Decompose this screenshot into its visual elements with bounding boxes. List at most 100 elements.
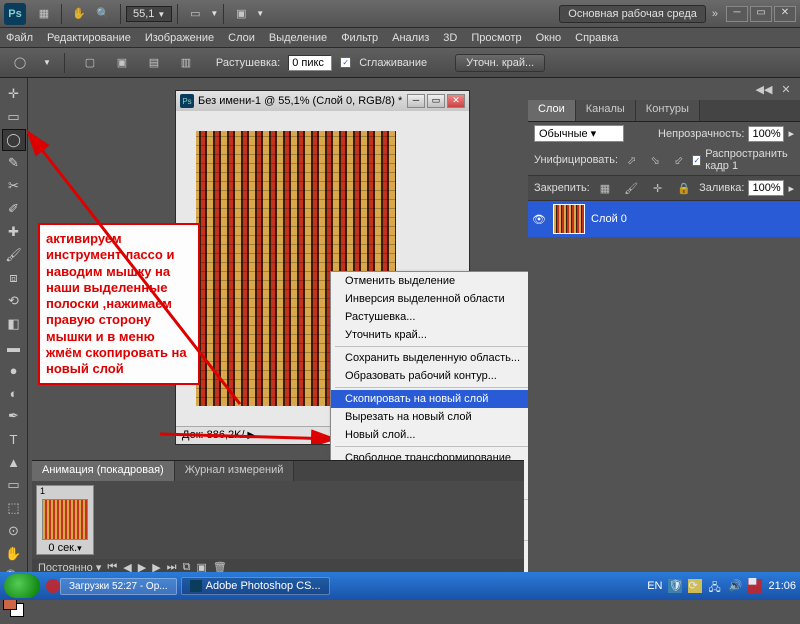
frame-delay[interactable]: 0 сек.▾	[48, 542, 81, 554]
menu-layer[interactable]: Слои	[228, 32, 255, 44]
work-area: ✛ ▭ ◯ ✎ ✂ ✐ ✚ 🖌 ⧈ ⟲ ◧ ▬ ● ◐ ✒ T ▲ ▭ ⬚ ⊙ …	[0, 78, 800, 572]
layer-list: 👁 Слой 0	[528, 201, 800, 237]
tray-avira-icon[interactable]: ▀	[748, 579, 762, 593]
brush-tool[interactable]: 🖌	[2, 244, 26, 266]
tab-paths[interactable]: Контуры	[636, 100, 700, 121]
layer-visibility-icon[interactable]: 👁	[531, 213, 547, 226]
pen-tool[interactable]: ✒	[2, 405, 26, 427]
animation-frame[interactable]: 1 0 сек.▾	[36, 485, 94, 555]
hand-icon[interactable]: ✋	[70, 5, 88, 23]
zoom-icon[interactable]: 🔍	[94, 5, 112, 23]
menu-bar: Файл Редактирование Изображение Слои Выд…	[0, 28, 800, 48]
dodge-tool[interactable]: ◐	[2, 382, 26, 404]
selection-new-icon[interactable]: ▢	[81, 54, 99, 72]
menu-select[interactable]: Выделение	[269, 32, 327, 44]
tab-channels[interactable]: Каналы	[576, 100, 636, 121]
doc-maximize-button[interactable]: ▭	[427, 94, 445, 108]
animation-panel: Анимация (покадровая) Журнал измерений 1…	[32, 460, 524, 572]
taskbar-item-downloads[interactable]: Загрузки 52:27 - Op...	[60, 578, 177, 595]
unify-visibility-icon[interactable]: ⬂	[649, 151, 662, 169]
lock-transparency-icon[interactable]: ▦	[597, 179, 613, 197]
screen-mode-icon[interactable]: ▣	[232, 5, 250, 23]
antialias-checkbox[interactable]: ✓	[340, 57, 351, 68]
tab-measurement-log[interactable]: Журнал измерений	[175, 461, 295, 481]
menu-window[interactable]: Окно	[536, 32, 562, 44]
menu-help[interactable]: Справка	[575, 32, 618, 44]
app-logo-icon: Ps	[4, 3, 26, 25]
path-select-tool[interactable]: ▲	[2, 451, 26, 473]
lock-position-icon[interactable]: ✛	[649, 179, 665, 197]
fill-input[interactable]: 100%	[748, 180, 784, 196]
blur-tool[interactable]: ●	[2, 359, 26, 381]
start-button[interactable]	[4, 574, 40, 598]
3d-camera-tool[interactable]: ⊙	[2, 520, 26, 542]
layer-thumbnail[interactable]	[553, 204, 585, 234]
workspace-switcher[interactable]: Основная рабочая среда	[559, 5, 706, 23]
tab-layers[interactable]: Слои	[528, 100, 576, 121]
document-titlebar[interactable]: Ps Без имени-1 @ 55,1% (Слой 0, RGB/8) *…	[176, 91, 469, 111]
view-extras-icon[interactable]: ▭	[186, 5, 204, 23]
type-tool[interactable]: T	[2, 428, 26, 450]
doc-minimize-button[interactable]: ─	[407, 94, 425, 108]
layer-name[interactable]: Слой 0	[591, 213, 627, 225]
lock-all-icon[interactable]: 🔒	[676, 179, 692, 197]
maximize-button[interactable]: ▭	[750, 6, 772, 22]
shape-tool[interactable]: ▭	[2, 474, 26, 496]
opacity-input[interactable]: 100%	[748, 126, 784, 142]
tutorial-annotation: активируем инструмент лассо и наводим мы…	[38, 223, 200, 385]
stamp-tool[interactable]: ⧈	[2, 267, 26, 289]
tab-animation[interactable]: Анимация (покадровая)	[32, 461, 175, 481]
feather-input[interactable]: 0 пикс	[288, 55, 332, 71]
healing-tool[interactable]: ✚	[2, 221, 26, 243]
unify-style-icon[interactable]: ⬃	[672, 151, 685, 169]
minimize-button[interactable]: ─	[726, 6, 748, 22]
antialias-label: Сглаживание	[359, 57, 427, 69]
tray-update-icon[interactable]: ⟳	[688, 579, 702, 593]
close-panel-group-icon[interactable]: ✕	[776, 80, 796, 98]
lasso-tool[interactable]: ◯	[2, 129, 26, 151]
menu-view[interactable]: Просмотр	[471, 32, 521, 44]
refine-edge-button[interactable]: Уточн. край...	[455, 54, 545, 72]
menu-image[interactable]: Изображение	[145, 32, 214, 44]
doc-close-button[interactable]: ✕	[447, 94, 465, 108]
menu-analysis[interactable]: Анализ	[392, 32, 429, 44]
tray-shield-icon[interactable]: 🛡	[668, 579, 682, 593]
language-indicator[interactable]: EN	[647, 580, 662, 592]
bridge-icon[interactable]: ▦	[35, 5, 53, 23]
menu-filter[interactable]: Фильтр	[341, 32, 378, 44]
workspace-chevrons-icon[interactable]: »	[712, 8, 718, 20]
menu-file[interactable]: Файл	[6, 32, 33, 44]
selection-intersect-icon[interactable]: ▥	[177, 54, 195, 72]
collapse-panels-icon[interactable]: ◀◀	[754, 80, 774, 98]
taskbar-item-photoshop[interactable]: Adobe Photoshop CS...	[181, 577, 330, 595]
blend-mode-select[interactable]: Обычные ▾	[534, 125, 624, 142]
move-tool[interactable]: ✛	[2, 83, 26, 105]
tray-volume-icon[interactable]: 🔊	[728, 579, 742, 593]
unify-position-icon[interactable]: ⬀	[625, 151, 638, 169]
gradient-tool[interactable]: ▬	[2, 336, 26, 358]
clock[interactable]: 21:06	[768, 580, 796, 592]
menu-3d[interactable]: 3D	[443, 32, 457, 44]
marquee-tool[interactable]: ▭	[2, 106, 26, 128]
crop-tool[interactable]: ✂	[2, 175, 26, 197]
lock-pixels-icon[interactable]: 🖌	[623, 179, 639, 197]
opacity-label: Непрозрачность:	[658, 128, 744, 140]
lock-label: Закрепить:	[534, 182, 590, 194]
hand-tool[interactable]: ✋	[2, 543, 26, 565]
eraser-tool[interactable]: ◧	[2, 313, 26, 335]
tray-network-icon[interactable]: 🖧	[708, 579, 722, 593]
close-button[interactable]: ✕	[774, 6, 796, 22]
history-brush-tool[interactable]: ⟲	[2, 290, 26, 312]
propagate-frame-checkbox[interactable]: ✓	[692, 155, 701, 166]
opera-icon[interactable]	[46, 579, 60, 593]
lasso-tool-preset-icon[interactable]: ◯	[11, 54, 29, 72]
eyedropper-tool[interactable]: ✐	[2, 198, 26, 220]
menu-edit[interactable]: Редактирование	[47, 32, 131, 44]
quick-select-tool[interactable]: ✎	[2, 152, 26, 174]
selection-add-icon[interactable]: ▣	[113, 54, 131, 72]
zoom-level-input[interactable]: 55,1▼	[126, 6, 172, 22]
selection-subtract-icon[interactable]: ▤	[145, 54, 163, 72]
toolbox: ✛ ▭ ◯ ✎ ✂ ✐ ✚ 🖌 ⧈ ⟲ ◧ ▬ ● ◐ ✒ T ▲ ▭ ⬚ ⊙ …	[0, 78, 28, 572]
layer-row[interactable]: 👁 Слой 0	[528, 201, 800, 237]
3d-tool[interactable]: ⬚	[2, 497, 26, 519]
